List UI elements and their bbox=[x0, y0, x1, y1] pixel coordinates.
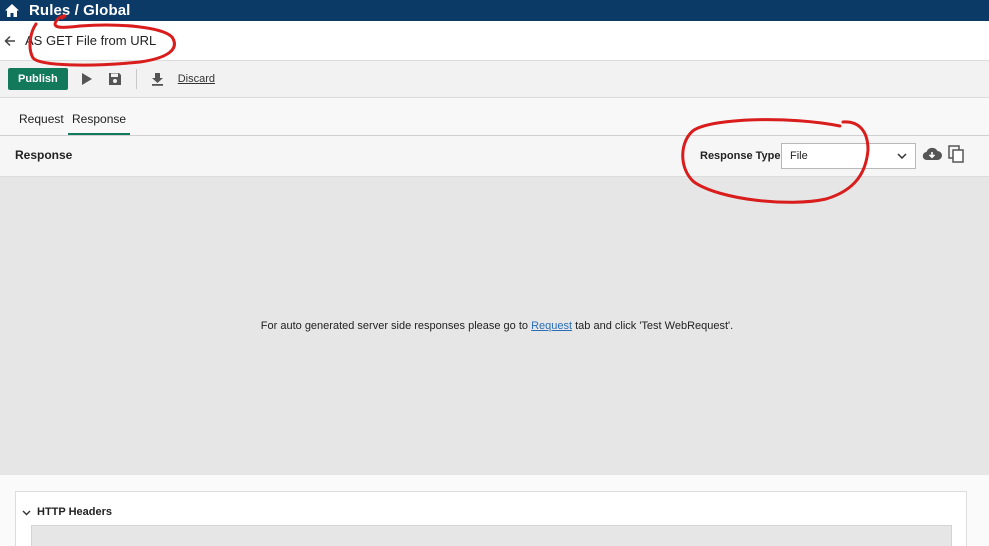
chevron-down-icon bbox=[22, 503, 31, 521]
http-headers-title: HTTP Headers bbox=[37, 506, 112, 518]
save-icon[interactable] bbox=[104, 68, 126, 90]
chevron-down-icon bbox=[897, 150, 907, 162]
request-tab-link[interactable]: Request bbox=[531, 320, 572, 332]
publish-button[interactable]: Publish bbox=[8, 68, 68, 90]
response-message-text: For auto generated server side responses… bbox=[260, 320, 532, 332]
response-header: Response Response Type File bbox=[0, 136, 989, 177]
response-section-label: Response bbox=[15, 148, 73, 162]
response-body: For auto generated server side responses… bbox=[0, 177, 989, 475]
response-message: For auto generated server side responses… bbox=[261, 320, 733, 332]
home-icon[interactable] bbox=[2, 0, 22, 21]
tab-bar: Request Response bbox=[0, 98, 989, 136]
breadcrumb[interactable]: Rules / Global bbox=[29, 2, 130, 19]
app-header: Rules / Global bbox=[0, 0, 989, 21]
page-title: AS GET File from URL bbox=[25, 33, 157, 48]
toolbar: Publish Discard bbox=[0, 61, 989, 98]
tab-response[interactable]: Response bbox=[68, 112, 131, 135]
cloud-download-icon[interactable] bbox=[922, 146, 942, 164]
lower-section: HTTP Headers bbox=[0, 475, 989, 546]
download-icon[interactable] bbox=[147, 68, 169, 90]
play-icon[interactable] bbox=[76, 68, 98, 90]
http-headers-content bbox=[31, 525, 952, 546]
discard-link[interactable]: Discard bbox=[178, 73, 215, 85]
response-type-value: File bbox=[790, 150, 808, 162]
rule-title-bar: AS GET File from URL bbox=[0, 21, 989, 61]
toolbar-divider bbox=[135, 69, 137, 89]
copy-icon[interactable] bbox=[948, 145, 966, 165]
http-headers-toggle[interactable]: HTTP Headers bbox=[22, 503, 112, 521]
tab-request[interactable]: Request bbox=[19, 112, 64, 135]
http-headers-panel: HTTP Headers bbox=[15, 491, 967, 546]
response-message-text-end: tab and click 'Test WebRequest'. bbox=[572, 320, 734, 332]
response-type-label: Response Type bbox=[700, 150, 781, 162]
arrow-left-icon[interactable] bbox=[3, 34, 17, 48]
response-type-select[interactable]: File bbox=[781, 143, 916, 169]
